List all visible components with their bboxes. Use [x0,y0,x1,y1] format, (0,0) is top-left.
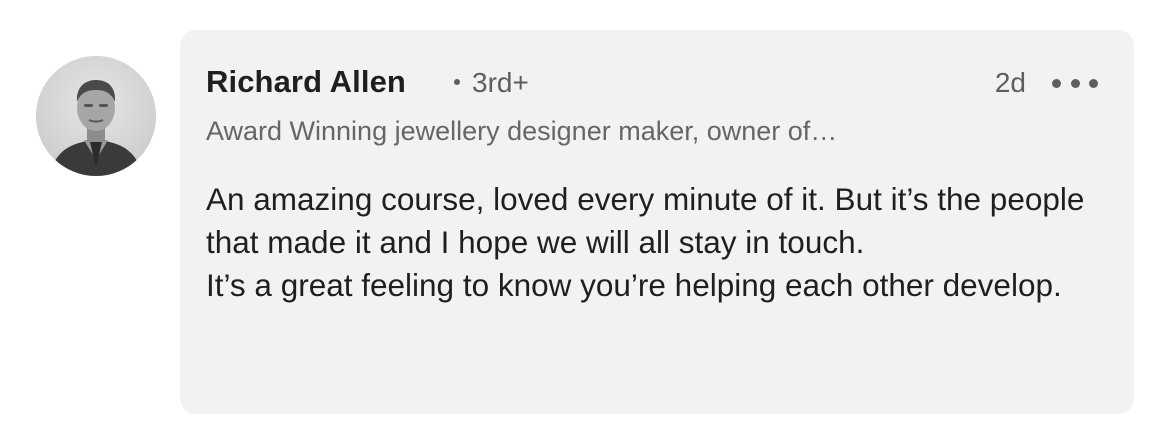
connection-degree: 3rd+ [454,66,529,100]
separator-dot [454,78,460,85]
comment-paragraph: An amazing course, loved every minute of… [206,181,1085,260]
comment-text: An amazing course, loved every minute of… [206,178,1106,307]
profile-photo [36,56,156,176]
comment-timestamp: 2d [994,67,1026,98]
more-dot [1052,78,1061,88]
author-name[interactable]: Richard Allen [206,64,406,100]
comment-bubble: Richard Allen 3rd+ 2d Award Winning jewe… [180,30,1134,414]
connection-degree-label: 3rd+ [472,67,529,98]
author-headline: Award Winning jewellery designer maker, … [206,116,838,146]
more-dot [1070,78,1080,88]
more-options-icon[interactable] [1052,70,1098,96]
more-dot [1089,78,1098,88]
avatar[interactable] [36,56,156,176]
comment-paragraph: It’s a great feeling to know you’re help… [206,267,1062,303]
